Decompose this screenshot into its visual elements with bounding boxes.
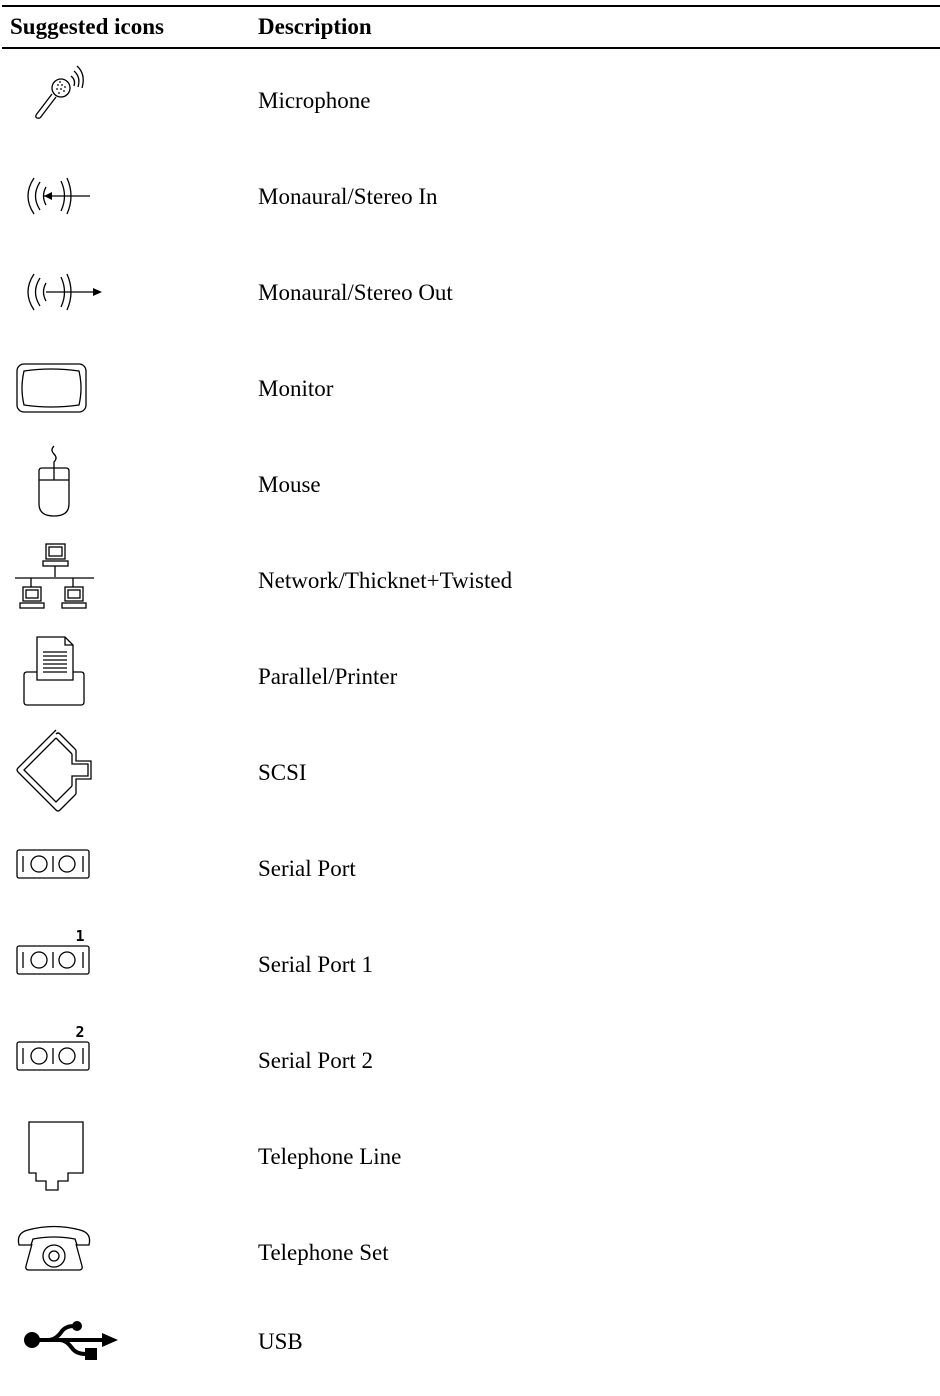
telephone-set-icon	[10, 1204, 130, 1300]
scsi-icon	[10, 724, 130, 820]
row-description: Monaural/Stereo In	[258, 184, 438, 209]
row-description: Microphone	[258, 88, 371, 113]
usb-icon	[10, 1300, 130, 1396]
row-description: Serial Port 1	[258, 952, 373, 977]
serial-port-2-icon: 2	[10, 1012, 130, 1108]
table-top-rule	[2, 5, 940, 7]
table-row: Serial Port	[0, 820, 940, 916]
table-header-rule	[2, 47, 940, 49]
table-row: Monaural/Stereo In	[0, 148, 940, 244]
network-icon	[10, 532, 130, 628]
row-description: SCSI	[258, 760, 307, 785]
row-description: Monitor	[258, 376, 334, 401]
row-description: Serial Port	[258, 856, 356, 881]
row-description: Monaural/Stereo Out	[258, 280, 453, 305]
table-row: Telephone Line	[0, 1108, 940, 1204]
row-description: Telephone Set	[258, 1240, 389, 1265]
table-row: Microphone	[0, 52, 940, 148]
serial-port-number-badge: 1	[75, 927, 84, 945]
row-description: USB	[258, 1329, 303, 1354]
table-row: Monaural/Stereo Out	[0, 244, 940, 340]
table-row: Mouse	[0, 436, 940, 532]
table-row: 1 Serial Port 1	[0, 916, 940, 1012]
row-description: Network/Thicknet+Twisted	[258, 568, 513, 593]
row-description: Serial Port 2	[258, 1048, 373, 1073]
table-row: SCSI	[0, 724, 940, 820]
mouse-icon	[10, 436, 130, 532]
table-row: 2 Serial Port 2	[0, 1012, 940, 1108]
row-description: Mouse	[258, 472, 321, 497]
printer-icon	[10, 628, 130, 724]
table-row: Telephone Set	[0, 1204, 940, 1300]
serial-port-number-badge: 2	[75, 1023, 84, 1041]
row-description: Telephone Line	[258, 1144, 402, 1169]
serial-port-1-icon: 1	[10, 916, 130, 1012]
header-suggested-icons: Suggested icons	[10, 14, 164, 39]
serial-port-icon	[10, 820, 130, 916]
telephone-line-icon	[10, 1108, 130, 1204]
header-description: Description	[258, 14, 372, 39]
audio-in-icon	[10, 148, 130, 244]
microphone-icon	[10, 52, 130, 148]
monitor-icon	[10, 340, 130, 436]
row-description: Parallel/Printer	[258, 664, 398, 689]
audio-out-icon	[10, 244, 130, 340]
table-row: Network/Thicknet+Twisted	[0, 532, 940, 628]
table-row: USB	[0, 1300, 940, 1396]
table-row: Monitor	[0, 340, 940, 436]
table-row: Parallel/Printer	[0, 628, 940, 724]
